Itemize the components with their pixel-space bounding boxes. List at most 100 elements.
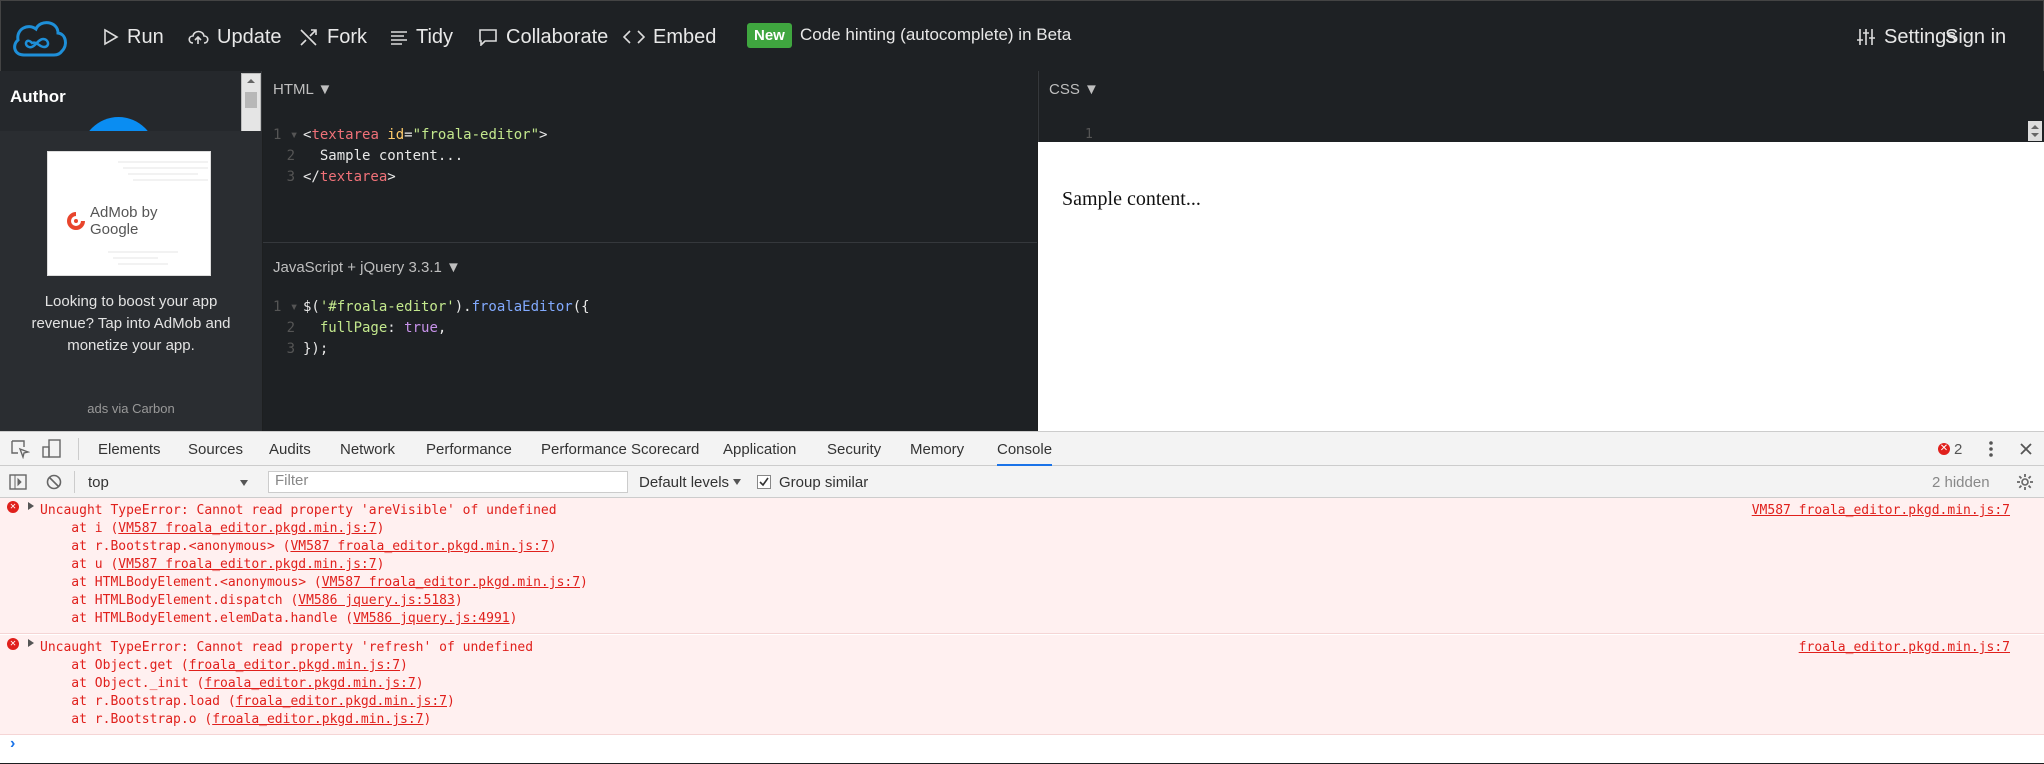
play-icon (104, 28, 119, 46)
console-prompt[interactable]: › (10, 735, 15, 753)
preview-text[interactable]: Sample content... (1062, 188, 1201, 211)
stack-frame-link[interactable]: froala_editor.pkgd.min.js:7 (236, 694, 447, 709)
stack-frame-link[interactable]: froala_editor.pkgd.min.js:7 (212, 712, 423, 727)
admob-brand-label: AdMob by Google (89, 204, 158, 238)
author-avatar[interactable] (81, 117, 156, 131)
css-pane-title[interactable]: CSS ▼ (1049, 81, 1099, 98)
stack-frame-text: at r.Bootstrap.o ( (40, 712, 213, 727)
stack-frame-link[interactable]: VM587 froala_editor.pkgd.min.js:7 (290, 539, 548, 554)
jsfiddle-logo-icon[interactable] (10, 15, 68, 64)
tab-console[interactable]: Console (997, 441, 1053, 466)
collaborate-button[interactable]: Collaborate (478, 23, 608, 51)
stack-frame-text: at HTMLBodyElement.<anonymous> ( (40, 575, 322, 590)
carbon-ad[interactable]: AdMob by Google Looking to boost your ap… (0, 131, 262, 431)
console-settings-gear-icon[interactable] (2016, 473, 2034, 491)
stack-frame: at Object.get (froala_editor.pkgd.min.js… (0, 657, 2044, 675)
js-editor-pane[interactable]: JavaScript + jQuery 3.3.1 ▼ 1 ▾ $('#froal… (263, 243, 1037, 431)
froala-logo-icon (81, 117, 156, 131)
stack-frame-close: ) (509, 611, 518, 626)
html-pane-title[interactable]: HTML ▼ (273, 81, 332, 98)
show-sidebar-icon[interactable] (9, 473, 27, 491)
inspect-element-icon[interactable] (10, 439, 30, 459)
html-editor-pane[interactable]: HTML ▼ 1 ▾ <textarea id="froala-editor"> … (263, 71, 1037, 243)
console-output: ✕ Uncaught TypeError: Cannot read propert… (0, 498, 2044, 764)
ad-via-carbon[interactable]: ads via Carbon (0, 401, 262, 416)
update-button[interactable]: Update (187, 23, 282, 51)
error-count-icon[interactable]: ✕ (1938, 443, 1950, 455)
new-badge: New (747, 23, 792, 48)
beta-announcement[interactable]: Code hinting (autocomplete) in Beta (800, 25, 1071, 45)
settings-button[interactable]: Settings (1856, 23, 1956, 51)
stack-frame-link[interactable]: VM587 froala_editor.pkgd.min.js:7 (118, 557, 376, 572)
admob-brand: AdMob by Google (66, 204, 210, 238)
stack-frame-link[interactable]: froala_editor.pkgd.min.js:7 (189, 658, 400, 673)
signin-button[interactable]: Sign in (1945, 23, 2006, 51)
levels-dropdown[interactable]: Default levels (639, 474, 729, 491)
filter-input[interactable]: Filter (268, 471, 628, 493)
html-code[interactable]: 1 ▾ <textarea id="froala-editor"> 2 Sampl… (273, 125, 547, 188)
context-selector[interactable]: top (88, 474, 109, 491)
tidy-button[interactable]: Tidy (390, 23, 453, 51)
stack-frame-link[interactable]: VM587 froala_editor.pkgd.min.js:7 (118, 521, 376, 536)
stack-frame-text: at HTMLBodyElement.dispatch ( (40, 593, 299, 608)
js-pane-title[interactable]: JavaScript + jQuery 3.3.1 ▼ (273, 259, 461, 276)
collaborate-label: Collaborate (506, 25, 609, 48)
close-devtools-icon[interactable] (2019, 442, 2033, 456)
tab-elements[interactable]: Elements (98, 441, 161, 458)
hidden-count: 2 hidden (1932, 474, 1990, 491)
stack-frame-link[interactable]: froala_editor.pkgd.min.js:7 (204, 676, 415, 691)
tidy-lines-icon (391, 31, 407, 45)
sidebar: Author AdMob by Google Looking to boost … (0, 71, 262, 431)
scroll-up-icon[interactable] (242, 76, 260, 86)
stack-frame: at r.Bootstrap.o (froala_editor.pkgd.min… (0, 711, 2044, 729)
update-label: Update (217, 25, 282, 48)
css-editor-pane[interactable]: CSS ▼ 1 (1038, 71, 2044, 142)
author-panel: Author (0, 71, 240, 131)
stack-frame-close: ) (423, 712, 432, 727)
filter-placeholder: Filter (275, 472, 309, 489)
chat-bubble-icon (479, 29, 497, 46)
scrollbar-thumb[interactable] (245, 92, 257, 108)
tab-audits[interactable]: Audits (269, 441, 311, 458)
stack-frame-link[interactable]: VM586 jquery.js:5183 (298, 593, 455, 608)
tab-sources[interactable]: Sources (188, 441, 243, 458)
context-dropdown-icon[interactable] (239, 479, 249, 487)
stack-frame-link[interactable]: VM587 froala_editor.pkgd.min.js:7 (322, 575, 580, 590)
group-similar-label[interactable]: Group similar (779, 474, 868, 491)
stack-frame-close: ) (400, 658, 408, 673)
levels-dropdown-icon[interactable] (732, 478, 742, 486)
stack-frame-close: ) (376, 557, 385, 572)
stack-frame: at HTMLBodyElement.<anonymous> (VM587 fr… (0, 574, 2044, 592)
fork-button[interactable]: Fork (299, 23, 367, 51)
stack-frame: at u (VM587 froala_editor.pkgd.min.js:7) (0, 556, 2044, 574)
error-source-link[interactable]: VM587 froala_editor.pkgd.min.js:7 (1752, 502, 2010, 520)
console-error-message[interactable]: ✕ Uncaught TypeError: Cannot read propert… (0, 635, 2044, 735)
run-button[interactable]: Run (103, 23, 164, 51)
group-similar-checkbox[interactable] (757, 475, 771, 489)
stack-frame-link[interactable]: VM586 jquery.js:4991 (353, 611, 510, 626)
tab-performance[interactable]: Performance (426, 441, 512, 458)
device-toggle-icon[interactable] (42, 439, 62, 459)
fork-icon (300, 29, 317, 46)
error-source-link[interactable]: froala_editor.pkgd.min.js:7 (1799, 639, 2010, 657)
stack-frame-close: ) (415, 676, 424, 691)
tab-security[interactable]: Security (827, 441, 881, 458)
admob-logo-icon (67, 212, 85, 230)
css-line-number: 1 (1085, 127, 1093, 142)
tab-application[interactable]: Application (723, 441, 796, 458)
result-preview[interactable]: Sample content... (1038, 142, 2044, 431)
devtools-panel: Elements Sources Audits Network Performa… (0, 431, 2044, 763)
embed-button[interactable]: Embed (623, 23, 716, 51)
css-scroll-icon[interactable] (2028, 121, 2042, 141)
console-error-message[interactable]: ✕ Uncaught TypeError: Cannot read propert… (0, 498, 2044, 634)
tab-memory[interactable]: Memory (910, 441, 964, 458)
more-menu-icon[interactable] (1988, 439, 1994, 459)
ad-image[interactable]: AdMob by Google (47, 151, 211, 276)
clear-console-icon[interactable] (45, 473, 63, 491)
stack-frame-text: at Object._init ( (40, 676, 205, 691)
js-code[interactable]: 1 ▾ $('#froala-editor').froalaEditor({ 2 … (273, 297, 590, 360)
tab-network[interactable]: Network (340, 441, 395, 458)
tab-performance-scorecard[interactable]: Performance Scorecard (541, 441, 699, 458)
ad-text[interactable]: Looking to boost your app revenue? Tap i… (18, 291, 244, 357)
error-count[interactable]: 2 (1954, 441, 1962, 458)
